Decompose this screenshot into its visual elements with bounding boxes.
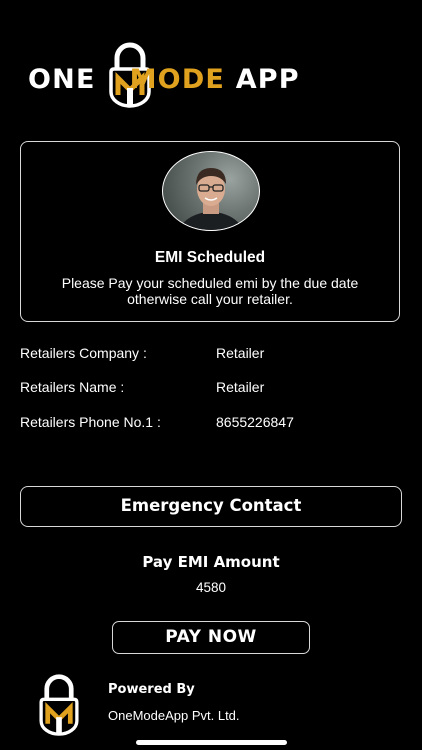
home-indicator[interactable] <box>136 740 287 745</box>
user-avatar-photo <box>178 168 244 230</box>
retailer-name-value: Retailer <box>216 379 265 395</box>
company-name: OneModeApp Pvt. Ltd. <box>108 708 240 723</box>
logo-wordmark: ONE MODE APP <box>28 64 300 95</box>
card-message: Please Pay your scheduled emi by the due… <box>61 275 359 307</box>
emergency-contact-button[interactable]: Emergency Contact <box>20 486 402 527</box>
padlock-logo-icon <box>39 674 79 736</box>
card-title: EMI Scheduled <box>154 249 266 266</box>
retailer-phone-value[interactable]: 8655226847 <box>216 414 294 430</box>
logo-text-mode: MODE <box>129 64 226 95</box>
logo-text-app: APP <box>235 64 300 95</box>
pay-emi-amount: 4580 <box>195 580 227 595</box>
pay-now-button[interactable]: PAY NOW <box>112 621 310 654</box>
powered-by-label: Powered By <box>108 682 195 697</box>
user-avatar <box>162 151 260 231</box>
retailer-company-label: Retailers Company : <box>20 345 147 361</box>
app-logo: ONE MODE APP <box>28 40 318 108</box>
retailer-company-value: Retailer <box>216 345 265 361</box>
retailer-phone-label: Retailers Phone No.1 : <box>20 414 161 430</box>
retailer-name-label: Retailers Name : <box>20 379 125 395</box>
emi-status-card: EMI Scheduled Please Pay your scheduled … <box>20 141 400 322</box>
pay-emi-title: Pay EMI Amount <box>142 553 280 571</box>
logo-text-one: ONE <box>28 64 96 95</box>
